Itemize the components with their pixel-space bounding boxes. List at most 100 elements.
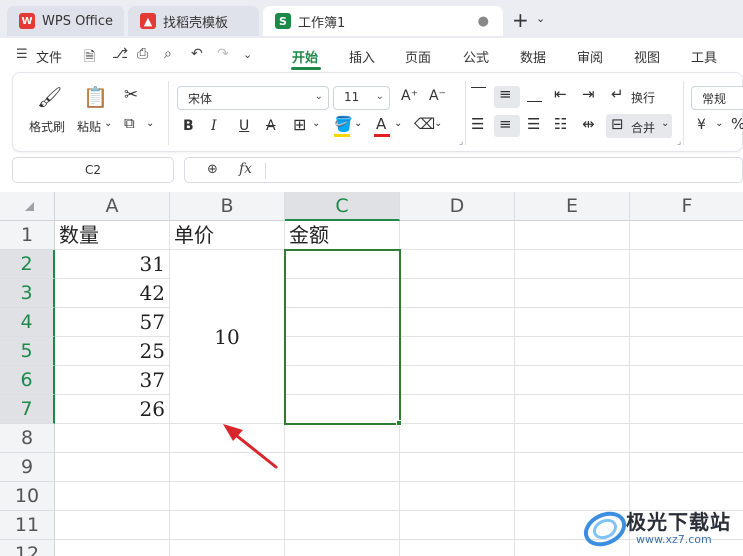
zoom-lookup-icon[interactable]: ⊕ <box>207 162 218 177</box>
borders-icon[interactable]: ⊞ <box>293 115 306 134</box>
grid-cell[interactable] <box>170 511 285 540</box>
currency-chevron-icon[interactable]: ⌄ <box>715 118 723 129</box>
row-header-9[interactable]: 9 <box>0 453 55 482</box>
tab-wps-office[interactable]: W WPS Office <box>7 6 124 36</box>
borders-chevron-icon[interactable]: ⌄ <box>312 118 320 129</box>
menu-tools[interactable]: 工具 <box>691 47 717 66</box>
grid-cell[interactable] <box>55 511 170 540</box>
grid-cell[interactable] <box>285 308 400 337</box>
copy-chevron-icon[interactable]: ⌄ <box>146 118 154 129</box>
row-header-7[interactable]: 7 <box>0 395 55 424</box>
grid-cell[interactable] <box>285 482 400 511</box>
decrease-font-size-icon[interactable]: A⁻ <box>429 88 446 104</box>
merge-label[interactable]: 合并 <box>631 119 655 136</box>
cell-A1[interactable]: 数量 <box>55 221 170 250</box>
grid-cell[interactable] <box>515 308 630 337</box>
cut-icon[interactable]: ✂ <box>124 85 138 105</box>
cell-A5[interactable]: 25 <box>55 337 170 366</box>
grid-cell[interactable] <box>285 453 400 482</box>
cell-A2[interactable]: 31 <box>55 250 170 279</box>
menu-home[interactable]: 开始 <box>292 47 318 66</box>
grid-cell[interactable] <box>400 540 515 556</box>
grid-cell[interactable] <box>400 424 515 453</box>
formula-bar[interactable]: ⊕ fx <box>184 157 743 183</box>
menu-view[interactable]: 视图 <box>634 47 660 66</box>
paste-chevron-icon[interactable]: ⌄ <box>104 118 112 129</box>
alignment-dialog-launcher-icon[interactable]: ⌟ <box>677 137 681 147</box>
grid-cell[interactable] <box>630 395 743 424</box>
increase-font-size-icon[interactable]: A⁺ <box>401 88 418 104</box>
save-icon[interactable]: 🗎 <box>84 46 95 70</box>
file-menu[interactable]: 文件 <box>36 47 62 66</box>
menu-data[interactable]: 数据 <box>520 47 546 66</box>
increase-indent-icon[interactable]: ⇥ <box>582 85 595 103</box>
grid-cell[interactable] <box>400 250 515 279</box>
grid-cell[interactable] <box>55 482 170 511</box>
fill-color-icon[interactable]: 🪣 <box>334 115 353 133</box>
copy-icon[interactable]: ⧉ <box>124 114 135 132</box>
row-header-4[interactable]: 4 <box>0 308 55 337</box>
align-middle-icon[interactable]: ≡ <box>499 85 512 103</box>
paste-label[interactable]: 粘贴 <box>77 118 101 135</box>
row-header-6[interactable]: 6 <box>0 366 55 395</box>
decrease-indent-icon[interactable]: ⇤ <box>554 85 567 103</box>
font-dialog-launcher-icon[interactable]: ⌟ <box>459 137 463 147</box>
number-format-select[interactable]: 常规 <box>691 86 743 110</box>
grid-cell[interactable] <box>515 395 630 424</box>
grid-cell[interactable] <box>400 337 515 366</box>
merge-cells-icon[interactable]: ⊟ <box>611 115 624 133</box>
column-header-E[interactable]: E <box>515 192 630 221</box>
column-header-D[interactable]: D <box>400 192 515 221</box>
font-color-button[interactable]: A <box>376 115 386 133</box>
cell-A6[interactable]: 37 <box>55 366 170 395</box>
grid-cell[interactable] <box>285 511 400 540</box>
undo-icon[interactable]: ↶ <box>191 46 203 62</box>
tab-close-dot-icon[interactable]: ● <box>478 14 489 29</box>
row-header-5[interactable]: 5 <box>0 337 55 366</box>
grid-cell[interactable] <box>285 540 400 556</box>
grid-cell[interactable] <box>285 395 400 424</box>
paste-icon[interactable]: 📋 <box>83 85 108 109</box>
row-header-10[interactable]: 10 <box>0 482 55 511</box>
grid-cell[interactable] <box>55 424 170 453</box>
fx-insert-function-icon[interactable]: fx <box>239 161 252 177</box>
bold-button[interactable]: B <box>183 118 194 134</box>
cell-A3[interactable]: 42 <box>55 279 170 308</box>
column-header-F[interactable]: F <box>630 192 743 221</box>
row-header-2[interactable]: 2 <box>0 250 55 279</box>
menu-formulas[interactable]: 公式 <box>463 47 489 66</box>
grid-cell[interactable] <box>55 540 170 556</box>
align-left-icon[interactable]: ☰ <box>471 115 484 133</box>
row-header-3[interactable]: 3 <box>0 279 55 308</box>
grid-cell[interactable] <box>400 279 515 308</box>
cell-B1[interactable]: 单价 <box>170 221 285 250</box>
underline-button[interactable]: U <box>239 118 249 134</box>
grid-cell[interactable] <box>515 366 630 395</box>
grid-cell[interactable] <box>630 453 743 482</box>
grid-cell[interactable] <box>400 482 515 511</box>
font-name-select[interactable]: 宋体 ⌄ <box>177 86 329 110</box>
grid-cell[interactable] <box>515 250 630 279</box>
grid-cell[interactable] <box>170 453 285 482</box>
italic-button[interactable]: I <box>211 118 217 134</box>
grid-cell[interactable] <box>55 453 170 482</box>
grid-cell[interactable] <box>285 366 400 395</box>
row-header-8[interactable]: 8 <box>0 424 55 453</box>
tab-workbook1[interactable]: S 工作簿1 ● <box>263 6 503 36</box>
print-icon[interactable]: ⎙ <box>137 46 148 62</box>
font-size-select[interactable]: 11 ⌄ <box>333 86 390 110</box>
font-color-chevron-icon[interactable]: ⌄ <box>394 118 402 129</box>
grid-cell[interactable] <box>400 308 515 337</box>
tab-daoke-templates[interactable]: ▲ 找稻壳模板 <box>128 6 259 36</box>
align-top-icon[interactable]: ⎺ <box>471 85 486 103</box>
grid-cell[interactable] <box>400 395 515 424</box>
grid-cell[interactable] <box>400 366 515 395</box>
redo-icon[interactable]: ↷ <box>217 46 229 62</box>
column-header-C[interactable]: C <box>285 192 400 221</box>
align-right-icon[interactable]: ☰ <box>527 115 540 133</box>
grid-cell[interactable] <box>515 453 630 482</box>
currency-button[interactable]: ¥ <box>697 117 706 133</box>
print-preview-icon[interactable]: ⌕ <box>164 46 172 62</box>
strikethrough-button[interactable]: A <box>266 118 276 134</box>
row-header-12[interactable]: 12 <box>0 540 55 556</box>
